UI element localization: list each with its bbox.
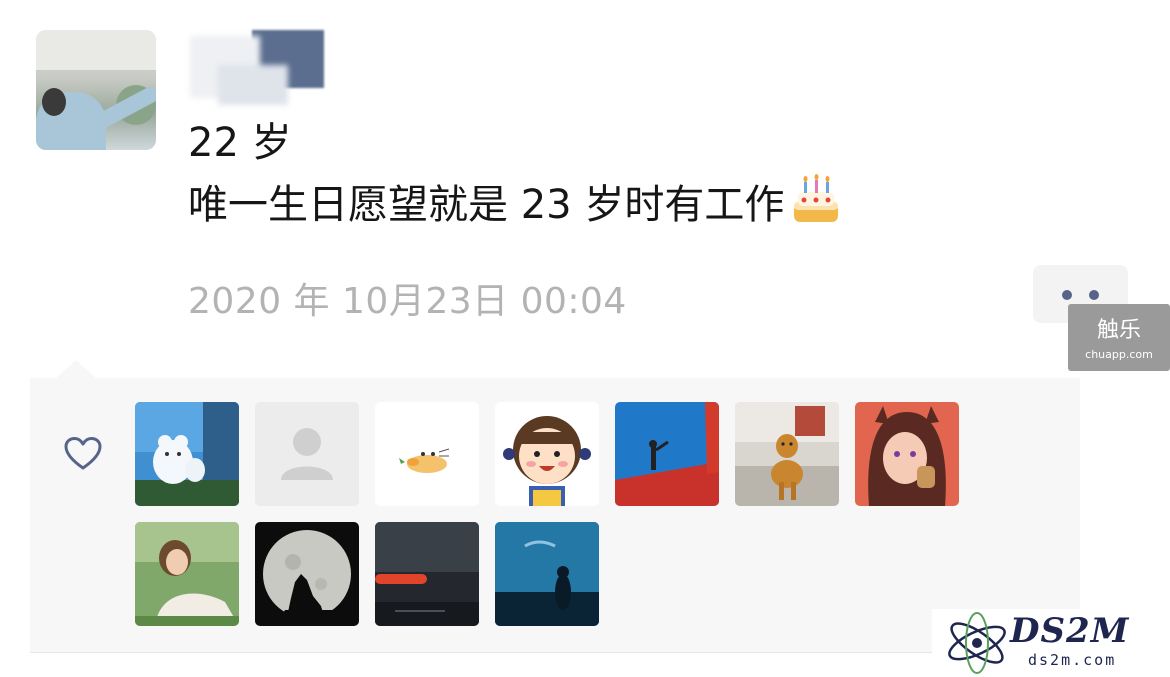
chuapp-watermark: 触乐 chuapp.com [1068,304,1170,371]
author-avatar[interactable] [36,30,156,150]
avatar-bg [36,30,156,70]
liker-avatar-cartoon-girl[interactable] [495,402,599,506]
ds2m-watermark: DS2M ds2m.com [932,609,1170,677]
post-content: 22 岁 唯一生日愿望就是 23 岁时有工作 [188,112,842,236]
heart-outline-icon [64,436,102,472]
blur-block [218,65,288,105]
post-line-2: 唯一生日愿望就是 23 岁时有工作 [188,174,842,236]
dot-icon [1089,290,1099,300]
author-name-blurred[interactable] [190,30,330,105]
ds2m-name: DS2M [1010,611,1130,651]
chuapp-url: chuapp.com [1085,348,1153,361]
birthday-cake-emoji-icon [790,174,842,226]
divider [30,652,1080,653]
post-timestamp: 2020 年 10月23日 00:04 [188,281,627,322]
likes-panel-arrow [56,360,96,378]
avatar-head [42,88,66,116]
liker-avatar-rooftop[interactable] [615,402,719,506]
atom-logo-icon [948,612,1006,674]
liker-avatar-aquarium[interactable] [495,522,599,626]
chuapp-name: 触乐 [1096,318,1141,343]
liker-avatar-anime-girl[interactable] [855,402,959,506]
liker-avatar-night-scene[interactable] [375,522,479,626]
liker-avatar-woman[interactable] [135,522,239,626]
liker-avatar-wolf-moon[interactable] [255,522,359,626]
dot-icon [1062,290,1072,300]
liker-avatar-default[interactable] [255,402,359,506]
liker-avatar-rabbit[interactable] [375,402,479,506]
post-line-2-text: 唯一生日愿望就是 23 岁时有工作 [188,182,785,228]
liker-avatar-polar-bear[interactable] [135,402,239,506]
ds2m-url: ds2m.com [1028,651,1117,669]
liker-avatar-dog[interactable] [735,402,839,506]
post-line-1: 22 岁 [188,120,292,166]
